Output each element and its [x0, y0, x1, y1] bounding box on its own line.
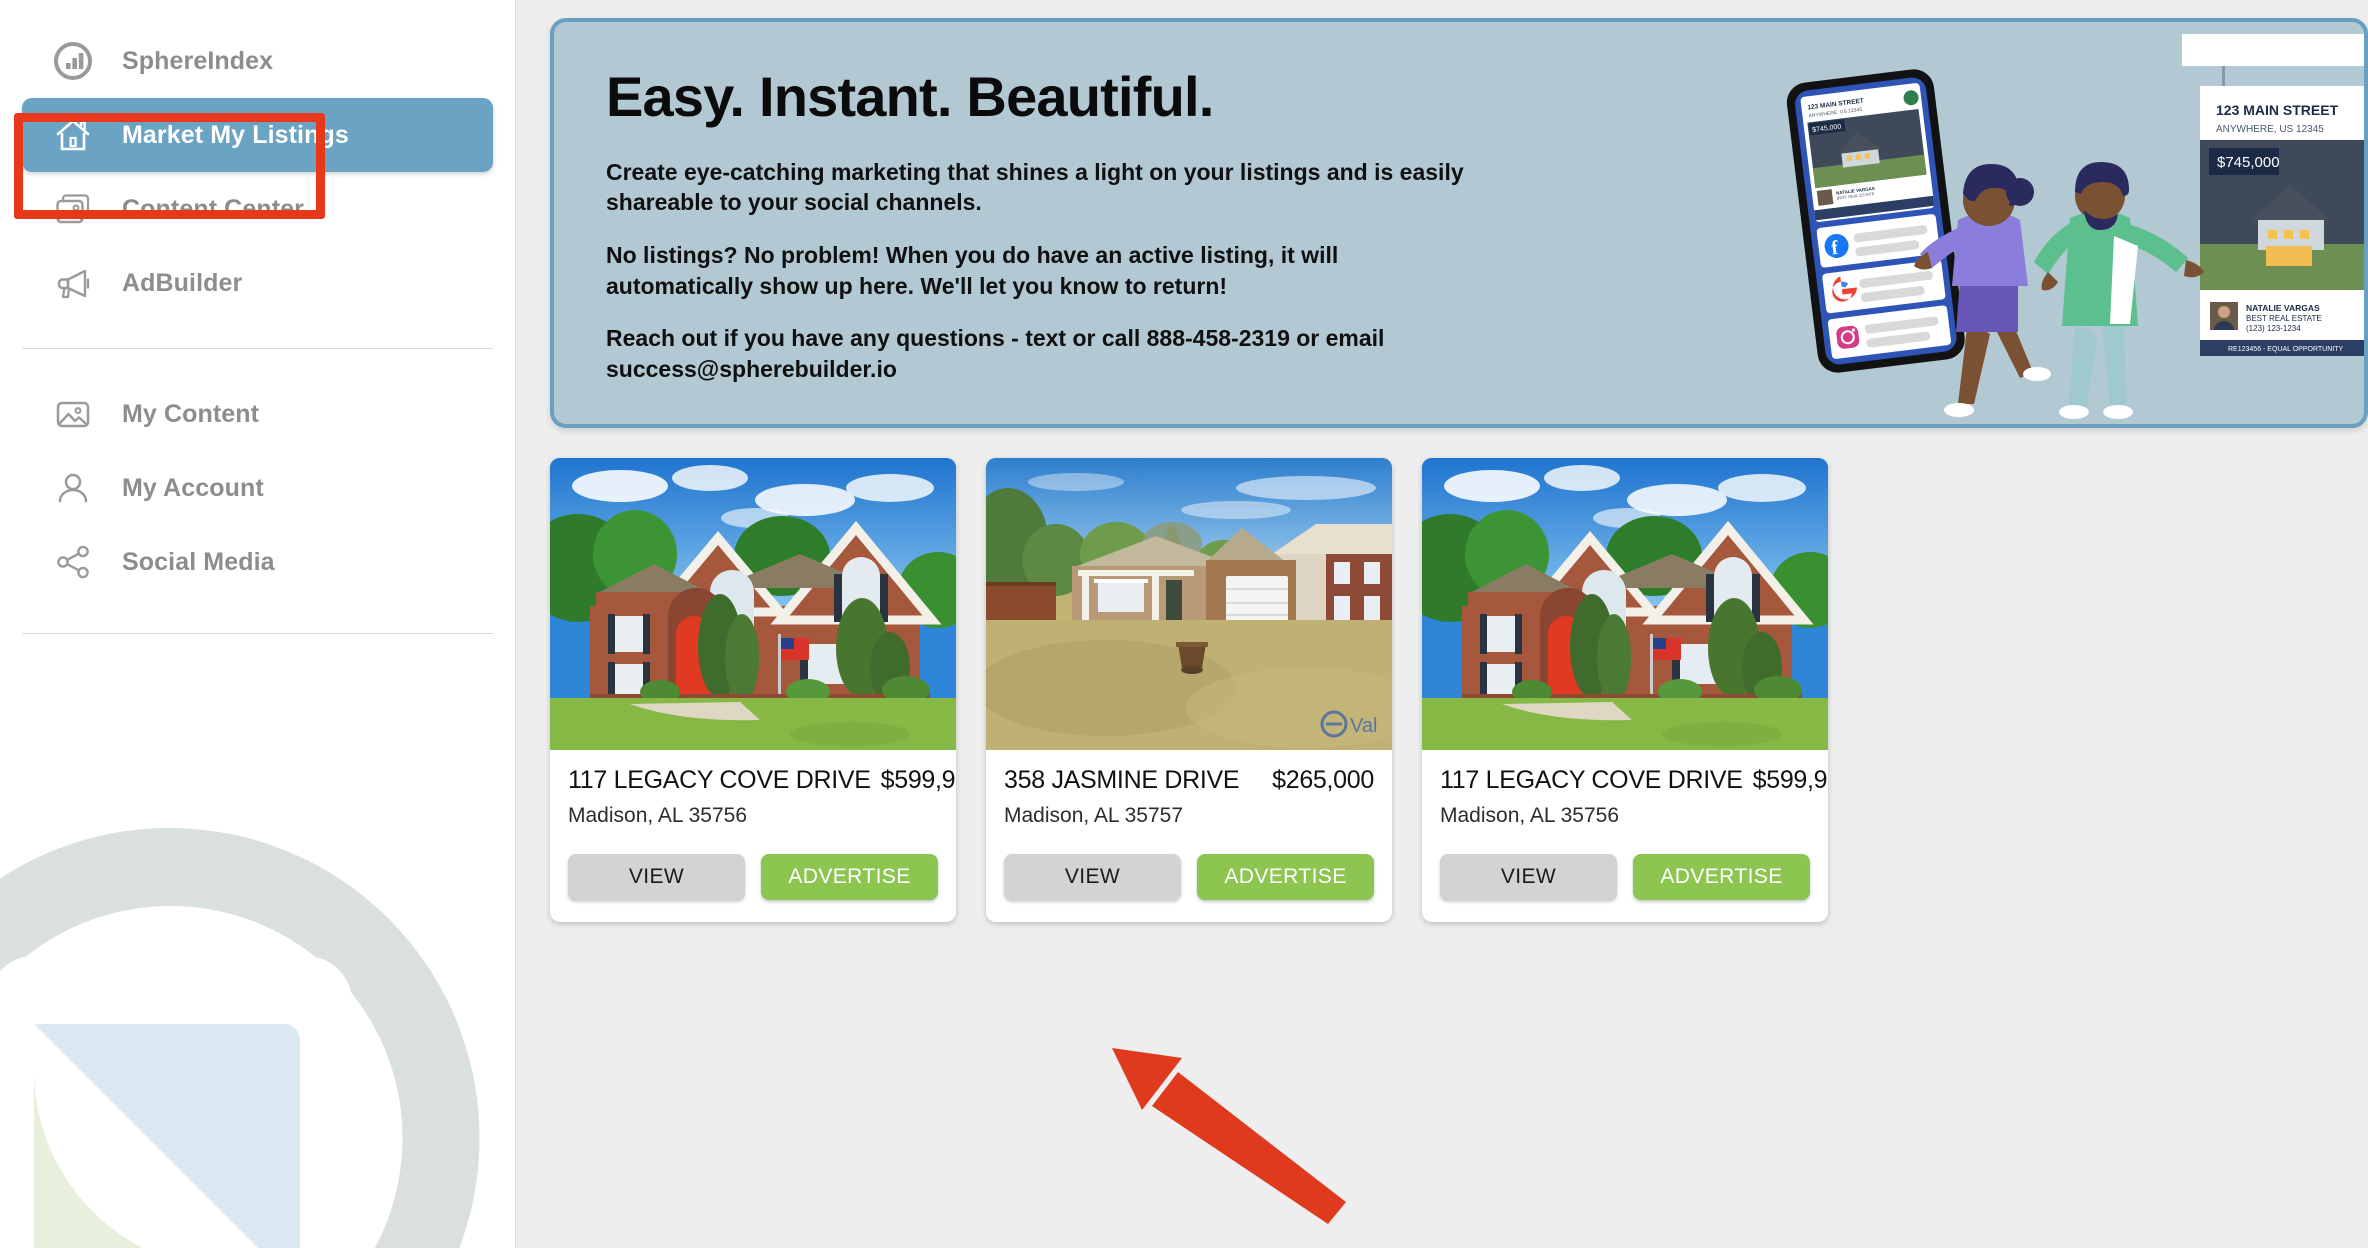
- phone-mockup: 123 MAIN STREET ANYWHERE, US 12345 $745,…: [1786, 69, 1965, 373]
- listing-address: 117 LEGACY COVE DRIVE: [1440, 766, 1743, 794]
- sidebar-divider-top: [22, 348, 493, 349]
- advertise-button-card-2[interactable]: ADVERTISE: [1197, 854, 1374, 900]
- svg-text:BEST REAL ESTATE: BEST REAL ESTATE: [2246, 314, 2322, 323]
- listing-card[interactable]: 117 LEGACY COVE DRIVE $599,900 Madison, …: [1422, 458, 1828, 922]
- listing-card-row: 117 LEGACY COVE DRIVE $599,900 Madison, …: [550, 458, 2368, 922]
- listing-actions: VIEW ADVERTISE: [1440, 854, 1810, 900]
- hero-illustration: 123 MAIN STREET ANYWHERE, US 12345 $745,…: [1786, 34, 2364, 419]
- listing-city: Madison, AL 35756: [1440, 804, 1620, 827]
- view-button-card-3[interactable]: VIEW: [1440, 854, 1617, 900]
- sidebar-item-my-account[interactable]: My Account: [22, 451, 493, 525]
- listing-photo-brick-ranch-house[interactable]: Val: [986, 458, 1392, 750]
- listing-city: Madison, AL 35757: [1004, 804, 1184, 827]
- chart-sphere-icon: [50, 38, 96, 84]
- svg-text:NATALIE VARGAS: NATALIE VARGAS: [2246, 303, 2320, 313]
- sidebar-item-label: My Account: [122, 473, 264, 502]
- listing-photo-brick-two-story-house[interactable]: [550, 458, 956, 750]
- sidebar-divider-bottom: [22, 633, 493, 634]
- hero-banner: 123 MAIN STREET ANYWHERE, US 12345 $745,…: [550, 18, 2368, 428]
- svg-text:RE123456 - EQUAL OPPORTUNITY: RE123456 - EQUAL OPPORTUNITY: [2228, 346, 2343, 353]
- sidebar-item-label: Content Center: [122, 194, 304, 223]
- svg-text:$745,000: $745,000: [2217, 154, 2280, 171]
- svg-text:ANYWHERE, US 12345: ANYWHERE, US 12345: [2216, 124, 2324, 135]
- sidebar-item-label: Market My Listings: [122, 120, 349, 149]
- advertise-button-card-1[interactable]: ADVERTISE: [761, 854, 938, 900]
- sidebar-nav: SphereIndex Market My Listings Content C…: [0, 0, 515, 634]
- listing-city: Madison, AL 35756: [568, 804, 748, 827]
- listing-price: $599,900: [880, 766, 956, 794]
- sidebar-item-content-center[interactable]: Content Center: [22, 172, 493, 246]
- listing-address: 117 LEGACY COVE DRIVE: [568, 766, 871, 794]
- listing-card-body: 117 LEGACY COVE DRIVE $599,900 Madison, …: [1422, 750, 1828, 900]
- listing-card[interactable]: Val 358 JASMINE DRIVE $265,000 Madison, …: [986, 458, 1392, 922]
- watermark-logo-icon: [0, 828, 480, 1248]
- view-button-card-1[interactable]: VIEW: [568, 854, 745, 900]
- sidebar-item-label: Social Media: [122, 547, 275, 576]
- listing-actions: VIEW ADVERTISE: [1004, 854, 1374, 900]
- listing-actions: VIEW ADVERTISE: [568, 854, 938, 900]
- app-root: SphereIndex Market My Listings Content C…: [0, 0, 2368, 1248]
- sidebar-item-label: My Content: [122, 399, 260, 428]
- person-man-illustration: [2034, 162, 2204, 419]
- sidebar-item-sphereindex[interactable]: SphereIndex: [22, 24, 493, 98]
- sidebar-item-adbuilder[interactable]: AdBuilder: [22, 246, 493, 320]
- hero-paragraph-1: Create eye-catching marketing that shine…: [606, 158, 1464, 216]
- sidebar-item-social-media[interactable]: Social Media: [22, 525, 493, 599]
- sidebar-item-my-content[interactable]: My Content: [22, 377, 493, 451]
- hero-paragraph-2: No listings? No problem! When you do hav…: [606, 241, 1339, 299]
- main-content: 123 MAIN STREET ANYWHERE, US 12345 $745,…: [516, 0, 2368, 1248]
- advertise-button-card-3[interactable]: ADVERTISE: [1633, 854, 1810, 900]
- listing-photo-brick-two-story-house[interactable]: [1422, 458, 1828, 750]
- svg-text:123 MAIN STREET: 123 MAIN STREET: [2216, 102, 2339, 118]
- flyer-mockup: 123 MAIN STREET ANYWHERE, US 12345 $745,…: [2182, 34, 2364, 356]
- hero-paragraph-3: Reach out if you have any questions - te…: [606, 325, 1385, 382]
- image-icon: [50, 391, 96, 437]
- home-icon: [50, 112, 96, 158]
- listing-address: 358 JASMINE DRIVE: [1004, 766, 1240, 794]
- hero-headline: Easy. Instant. Beautiful.: [606, 65, 1214, 128]
- hero-text-block: Easy. Instant. Beautiful. Create eye-cat…: [554, 22, 1554, 384]
- sidebar-item-market-my-listings[interactable]: Market My Listings: [22, 98, 493, 172]
- sidebar: SphereIndex Market My Listings Content C…: [0, 0, 516, 1248]
- share-icon: [50, 539, 96, 585]
- sidebar-item-label: AdBuilder: [122, 268, 243, 297]
- view-button-card-2[interactable]: VIEW: [1004, 854, 1181, 900]
- listing-price: $265,000: [1272, 766, 1374, 794]
- person-icon: [50, 465, 96, 511]
- listing-card-body: 358 JASMINE DRIVE $265,000 Madison, AL 3…: [986, 750, 1392, 900]
- listing-price: $599,900: [1752, 766, 1828, 794]
- listing-card[interactable]: 117 LEGACY COVE DRIVE $599,900 Madison, …: [550, 458, 956, 922]
- svg-text:(123) 123-1234: (123) 123-1234: [2246, 324, 2301, 333]
- megaphone-icon: [50, 260, 96, 306]
- svg-text:Val: Val: [1350, 715, 1377, 737]
- listing-card-body: 117 LEGACY COVE DRIVE $599,900 Madison, …: [550, 750, 956, 900]
- images-icon: [50, 186, 96, 232]
- sidebar-item-label: SphereIndex: [122, 46, 274, 75]
